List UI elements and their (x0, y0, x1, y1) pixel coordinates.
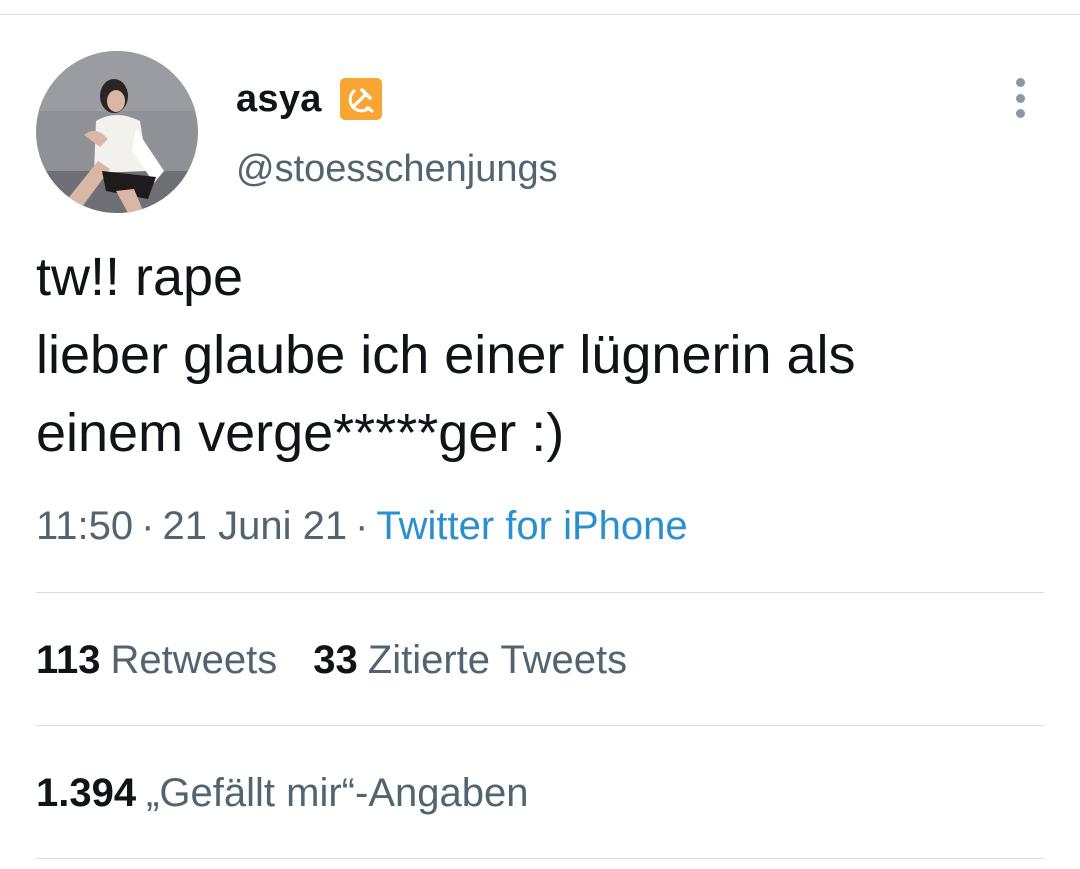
retweet-stats-row: 113 Retweets 33 Zitierte Tweets (36, 638, 627, 683)
hammer-and-sickle-icon (339, 78, 382, 120)
meta-separator: · (355, 504, 369, 548)
more-options-icon (1015, 78, 1025, 87)
tweet-text-line: lieber glaube ich einer lügnerin als (36, 325, 856, 385)
more-options-icon-dot (1015, 109, 1025, 118)
tweet-time[interactable]: 11:50 (36, 504, 133, 548)
more-options-icon-dot (1015, 93, 1025, 103)
divider (36, 725, 1044, 726)
quotes-label: Zitierte Tweets (367, 638, 628, 682)
tweet-text-line: einem verge*****ger :) (36, 403, 565, 463)
display-name-row[interactable]: asya (236, 74, 382, 124)
divider (36, 858, 1044, 859)
quotes-count: 33 (313, 638, 358, 682)
retweets-count: 113 (36, 638, 101, 682)
meta-separator: · (141, 504, 155, 548)
likes-stats-row: 1.394 „Gefällt mir“-Angaben (36, 771, 528, 816)
tweet-date[interactable]: 21 Juni 21 (162, 504, 347, 548)
display-name[interactable]: asya (236, 78, 322, 121)
likes-stat[interactable]: 1.394 „Gefällt mir“-Angaben (36, 771, 528, 815)
top-divider (0, 14, 1080, 15)
avatar-photo (36, 51, 198, 213)
retweets-label: Retweets (110, 638, 278, 682)
likes-count: 1.394 (36, 771, 137, 815)
tweet-text: tw!! rape lieber glaube ich einer lügner… (36, 238, 1046, 472)
user-handle[interactable]: @stoesschenjungs (236, 148, 558, 191)
divider (36, 592, 1044, 593)
tweet-source-link[interactable]: Twitter for iPhone (376, 504, 687, 548)
more-options-button[interactable] (1000, 76, 1040, 120)
tweet-text-line: tw!! rape (36, 247, 244, 307)
likes-label: „Gefällt mir“-Angaben (146, 771, 529, 815)
retweets-stat[interactable]: 113 Retweets (36, 638, 277, 682)
avatar[interactable] (36, 51, 198, 213)
tweet-metadata: 11:50 · 21 Juni 21 · Twitter for iPhone (36, 504, 688, 549)
quotes-stat[interactable]: 33 Zitierte Tweets (313, 638, 627, 682)
